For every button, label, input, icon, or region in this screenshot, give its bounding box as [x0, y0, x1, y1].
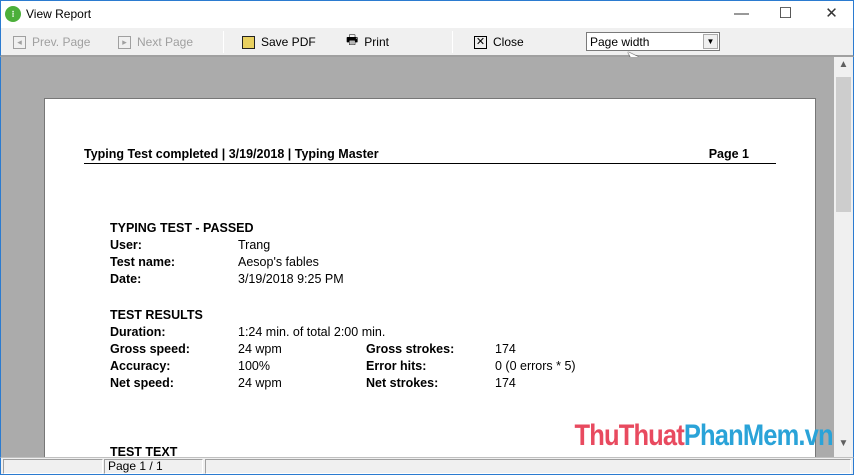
- vertical-scrollbar[interactable]: ▲ ▼: [834, 57, 853, 457]
- status-page: Page 1 / 1: [104, 459, 203, 474]
- floppy-disk-icon: [242, 35, 255, 49]
- report-header: Typing Test completed | 3/19/2018 | Typi…: [84, 147, 776, 164]
- close-window-button[interactable]: ✕: [809, 1, 854, 29]
- toolbar: ◂ Prev. Page ▸ Next Page Save PDF 🖶 Print ✕…: [0, 28, 854, 57]
- info-row: User: Trang: [110, 238, 710, 255]
- scrollbar-thumb[interactable]: [836, 77, 851, 212]
- info-label: User:: [110, 238, 142, 252]
- status-panel: [3, 459, 103, 474]
- result-row: Duration: 1:24 min. of total 2:00 min.: [110, 325, 710, 342]
- save-pdf-label: Save PDF: [261, 35, 316, 49]
- report-viewer: Typing Test completed | 3/19/2018 | Typi…: [0, 57, 854, 457]
- close-report-button[interactable]: ✕ Close: [474, 34, 524, 50]
- result-value: 0 (0 errors * 5): [495, 359, 576, 373]
- result-row: Accuracy: 100% Error hits: 0 (0 errors * 5): [110, 359, 710, 376]
- maximize-button[interactable]: ☐: [763, 1, 808, 29]
- zoom-select-value: Page width: [590, 35, 650, 49]
- result-value: 1:24 min. of total 2:00 min.: [238, 325, 386, 339]
- result-label: Duration:: [110, 325, 166, 339]
- result-label: Net speed:: [110, 376, 174, 390]
- scroll-up-icon[interactable]: ▲: [834, 59, 853, 76]
- next-page-button[interactable]: ▸ Next Page: [118, 34, 193, 50]
- info-row: Date: 3/19/2018 9:25 PM: [110, 272, 710, 289]
- info-row: Test name: Aesop's fables: [110, 255, 710, 272]
- prev-page-icon: ◂: [13, 35, 26, 49]
- watermark: ThuThuatPhanMem.vn: [574, 419, 834, 453]
- printer-icon: 🖶: [346, 32, 359, 47]
- watermark-part: PhanMem.vn: [684, 419, 834, 452]
- zoom-select[interactable]: Page width ▼: [586, 32, 720, 51]
- result-value: 24 wpm: [238, 342, 282, 356]
- result-value: 174: [495, 376, 516, 390]
- result-value: 174: [495, 342, 516, 356]
- prev-page-button[interactable]: ◂ Prev. Page: [13, 34, 90, 50]
- minimize-button[interactable]: —: [719, 1, 764, 29]
- watermark-part: ThuThuat: [574, 419, 685, 452]
- result-label: Net strokes:: [366, 376, 439, 390]
- chevron-down-icon[interactable]: ▼: [703, 34, 718, 49]
- result-row: Gross speed: 24 wpm Gross strokes: 174: [110, 342, 710, 359]
- info-label: Test name:: [110, 255, 176, 269]
- result-label: Gross strokes:: [366, 342, 455, 356]
- report-page: Typing Test completed | 3/19/2018 | Typi…: [44, 98, 816, 457]
- info-value: Aesop's fables: [238, 255, 319, 269]
- close-label: Close: [493, 35, 524, 49]
- result-label: Accuracy:: [110, 359, 171, 373]
- section-heading: TEST RESULTS: [110, 308, 203, 322]
- prev-page-label: Prev. Page: [32, 35, 91, 49]
- toolbar-separator: [452, 31, 453, 53]
- result-value: 100%: [238, 359, 270, 373]
- print-label: Print: [364, 35, 389, 49]
- title-bar: ⁝ View Report — ☐ ✕: [0, 0, 854, 28]
- result-label: Gross speed:: [110, 342, 190, 356]
- next-page-icon: ▸: [118, 35, 131, 49]
- report-header-title: Typing Test completed | 3/19/2018 | Typi…: [84, 147, 379, 161]
- page-number: Page 1: [708, 147, 749, 161]
- section-heading: TEST TEXT: [110, 445, 178, 457]
- toolbar-separator: [223, 31, 224, 53]
- window-title: View Report: [26, 7, 92, 21]
- scroll-down-icon[interactable]: ▼: [834, 438, 853, 455]
- status-bar: Page 1 / 1: [0, 457, 854, 475]
- result-row: Net speed: 24 wpm Net strokes: 174: [110, 376, 710, 393]
- info-value: 3/19/2018 9:25 PM: [238, 272, 344, 286]
- info-label: Date:: [110, 272, 142, 286]
- close-x-icon: ✕: [474, 35, 487, 49]
- info-value: Trang: [238, 238, 271, 252]
- app-icon: ⁝: [5, 6, 21, 22]
- result-label: Error hits:: [366, 359, 427, 373]
- next-page-label: Next Page: [137, 35, 194, 49]
- save-pdf-button[interactable]: Save PDF: [242, 34, 316, 50]
- print-button[interactable]: 🖶 Print: [346, 32, 389, 50]
- status-panel: [205, 459, 851, 474]
- result-value: 24 wpm: [238, 376, 282, 390]
- section-heading: TYPING TEST - PASSED: [110, 221, 254, 235]
